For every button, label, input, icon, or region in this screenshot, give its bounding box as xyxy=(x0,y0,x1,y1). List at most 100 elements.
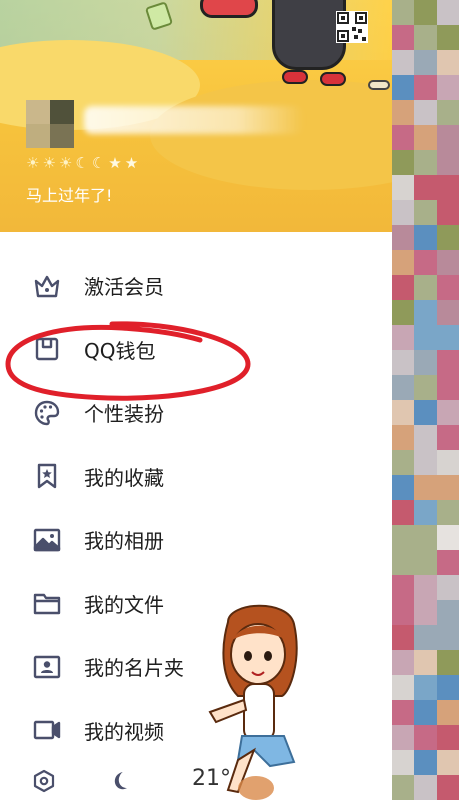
blurred-cell xyxy=(392,50,415,75)
blurred-cell xyxy=(436,375,459,400)
blurred-cell xyxy=(436,725,459,750)
blurred-cell xyxy=(392,525,415,550)
drawer-menu: 激活会员 QQ钱包 个性装扮 我的收藏 我的相册 我的文件 我的名片夹 我的视频 xyxy=(0,232,392,762)
blurred-cell xyxy=(392,600,415,625)
blurred-cell xyxy=(414,275,437,300)
blurred-cell xyxy=(414,125,437,150)
blurred-cell xyxy=(436,425,459,450)
blurred-cell xyxy=(436,475,459,500)
blurred-cell xyxy=(436,75,459,100)
blurred-cell xyxy=(392,675,415,700)
nickname-blurred[interactable] xyxy=(84,106,304,134)
blurred-cell xyxy=(436,50,459,75)
blurred-cell xyxy=(436,675,459,700)
blurred-cell xyxy=(436,500,459,525)
menu-item-album[interactable]: 我的相册 xyxy=(0,508,392,572)
blurred-cell xyxy=(414,650,437,675)
blurred-cell xyxy=(436,625,459,650)
blurred-cell xyxy=(414,250,437,275)
blurred-cell xyxy=(414,375,437,400)
menu-item-business-cards[interactable]: 我的名片夹 xyxy=(0,635,392,699)
blurred-cell xyxy=(392,175,415,200)
wallet-icon xyxy=(30,332,64,366)
blurred-cell xyxy=(436,175,459,200)
blurred-cell xyxy=(392,125,415,150)
blurred-cell xyxy=(436,100,459,125)
menu-item-vip[interactable]: 激活会员 xyxy=(0,254,392,318)
blurred-cell xyxy=(392,225,415,250)
blurred-cell xyxy=(436,275,459,300)
blurred-cell xyxy=(414,50,437,75)
blurred-cell xyxy=(392,425,415,450)
blurred-cell xyxy=(392,725,415,750)
blurred-cell xyxy=(414,75,437,100)
blurred-cell xyxy=(436,750,459,775)
blurred-cell xyxy=(436,200,459,225)
blurred-cell xyxy=(414,350,437,375)
blurred-cell xyxy=(392,75,415,100)
blurred-cell xyxy=(436,0,459,25)
blurred-cell xyxy=(436,450,459,475)
menu-item-videos[interactable]: 我的视频 xyxy=(0,699,392,763)
menu-item-files[interactable]: 我的文件 xyxy=(0,572,392,636)
cartoon-foot xyxy=(320,72,346,86)
blurred-cell xyxy=(414,150,437,175)
drawer-bottom-bar: 21° xyxy=(0,762,392,800)
profile-header[interactable]: ☀ ☀ ☀ ☾ ☾ ★ ★ 马上过年了! xyxy=(0,0,392,232)
blurred-cell xyxy=(414,175,437,200)
blurred-cell xyxy=(392,200,415,225)
menu-item-label: 我的相册 xyxy=(84,529,164,554)
blurred-cell xyxy=(436,700,459,725)
blurred-cell xyxy=(392,400,415,425)
moon-icon[interactable] xyxy=(107,768,133,794)
blurred-cell xyxy=(414,425,437,450)
blurred-cell xyxy=(414,400,437,425)
hexagon-settings-icon[interactable] xyxy=(31,768,57,794)
weather-temperature[interactable]: 21° xyxy=(192,766,231,791)
qr-code-icon[interactable] xyxy=(335,10,369,44)
image-icon xyxy=(30,523,64,557)
blurred-cell xyxy=(392,500,415,525)
star-icon: ★ xyxy=(124,154,140,172)
menu-item-favorites[interactable]: 我的收藏 xyxy=(0,445,392,509)
blurred-cell xyxy=(392,325,415,350)
blurred-cell xyxy=(392,250,415,275)
blurred-cell xyxy=(392,575,415,600)
blurred-cell xyxy=(414,100,437,125)
blurred-cell xyxy=(436,400,459,425)
folder-icon xyxy=(30,586,64,620)
menu-item-label: 我的文件 xyxy=(84,592,164,617)
blurred-cell xyxy=(392,300,415,325)
cartoon-foot xyxy=(282,70,308,84)
menu-item-label: 我的收藏 xyxy=(84,465,164,490)
blurred-cell xyxy=(436,550,459,575)
video-camera-icon xyxy=(30,713,64,747)
blurred-cell xyxy=(414,475,437,500)
blurred-cell xyxy=(392,25,415,50)
star-icon: ★ xyxy=(108,154,123,172)
blurred-cell xyxy=(414,575,437,600)
avatar[interactable] xyxy=(26,100,74,148)
blurred-cell xyxy=(392,650,415,675)
blurred-cell xyxy=(392,150,415,175)
blurred-cell xyxy=(392,700,415,725)
blurred-cell xyxy=(414,775,437,800)
blurred-cell xyxy=(436,600,459,625)
level-badges[interactable]: ☀ ☀ ☀ ☾ ☾ ★ ★ xyxy=(26,153,139,173)
crown-icon xyxy=(30,269,64,303)
blurred-cell xyxy=(436,350,459,375)
sun-icon: ☀ xyxy=(58,154,74,172)
signature-text[interactable]: 马上过年了! xyxy=(26,182,112,206)
menu-item-theme[interactable]: 个性装扮 xyxy=(0,381,392,445)
menu-item-qq-wallet[interactable]: QQ钱包 xyxy=(0,318,392,382)
blurred-cell xyxy=(436,325,459,350)
blurred-cell xyxy=(436,300,459,325)
blurred-cell xyxy=(414,675,437,700)
blurred-cell xyxy=(414,450,437,475)
cartoon-claw xyxy=(200,0,258,18)
blurred-cell xyxy=(414,600,437,625)
chat-list-blurred[interactable] xyxy=(392,0,459,800)
blurred-cell xyxy=(414,200,437,225)
blurred-cell xyxy=(414,300,437,325)
blurred-cell xyxy=(414,750,437,775)
